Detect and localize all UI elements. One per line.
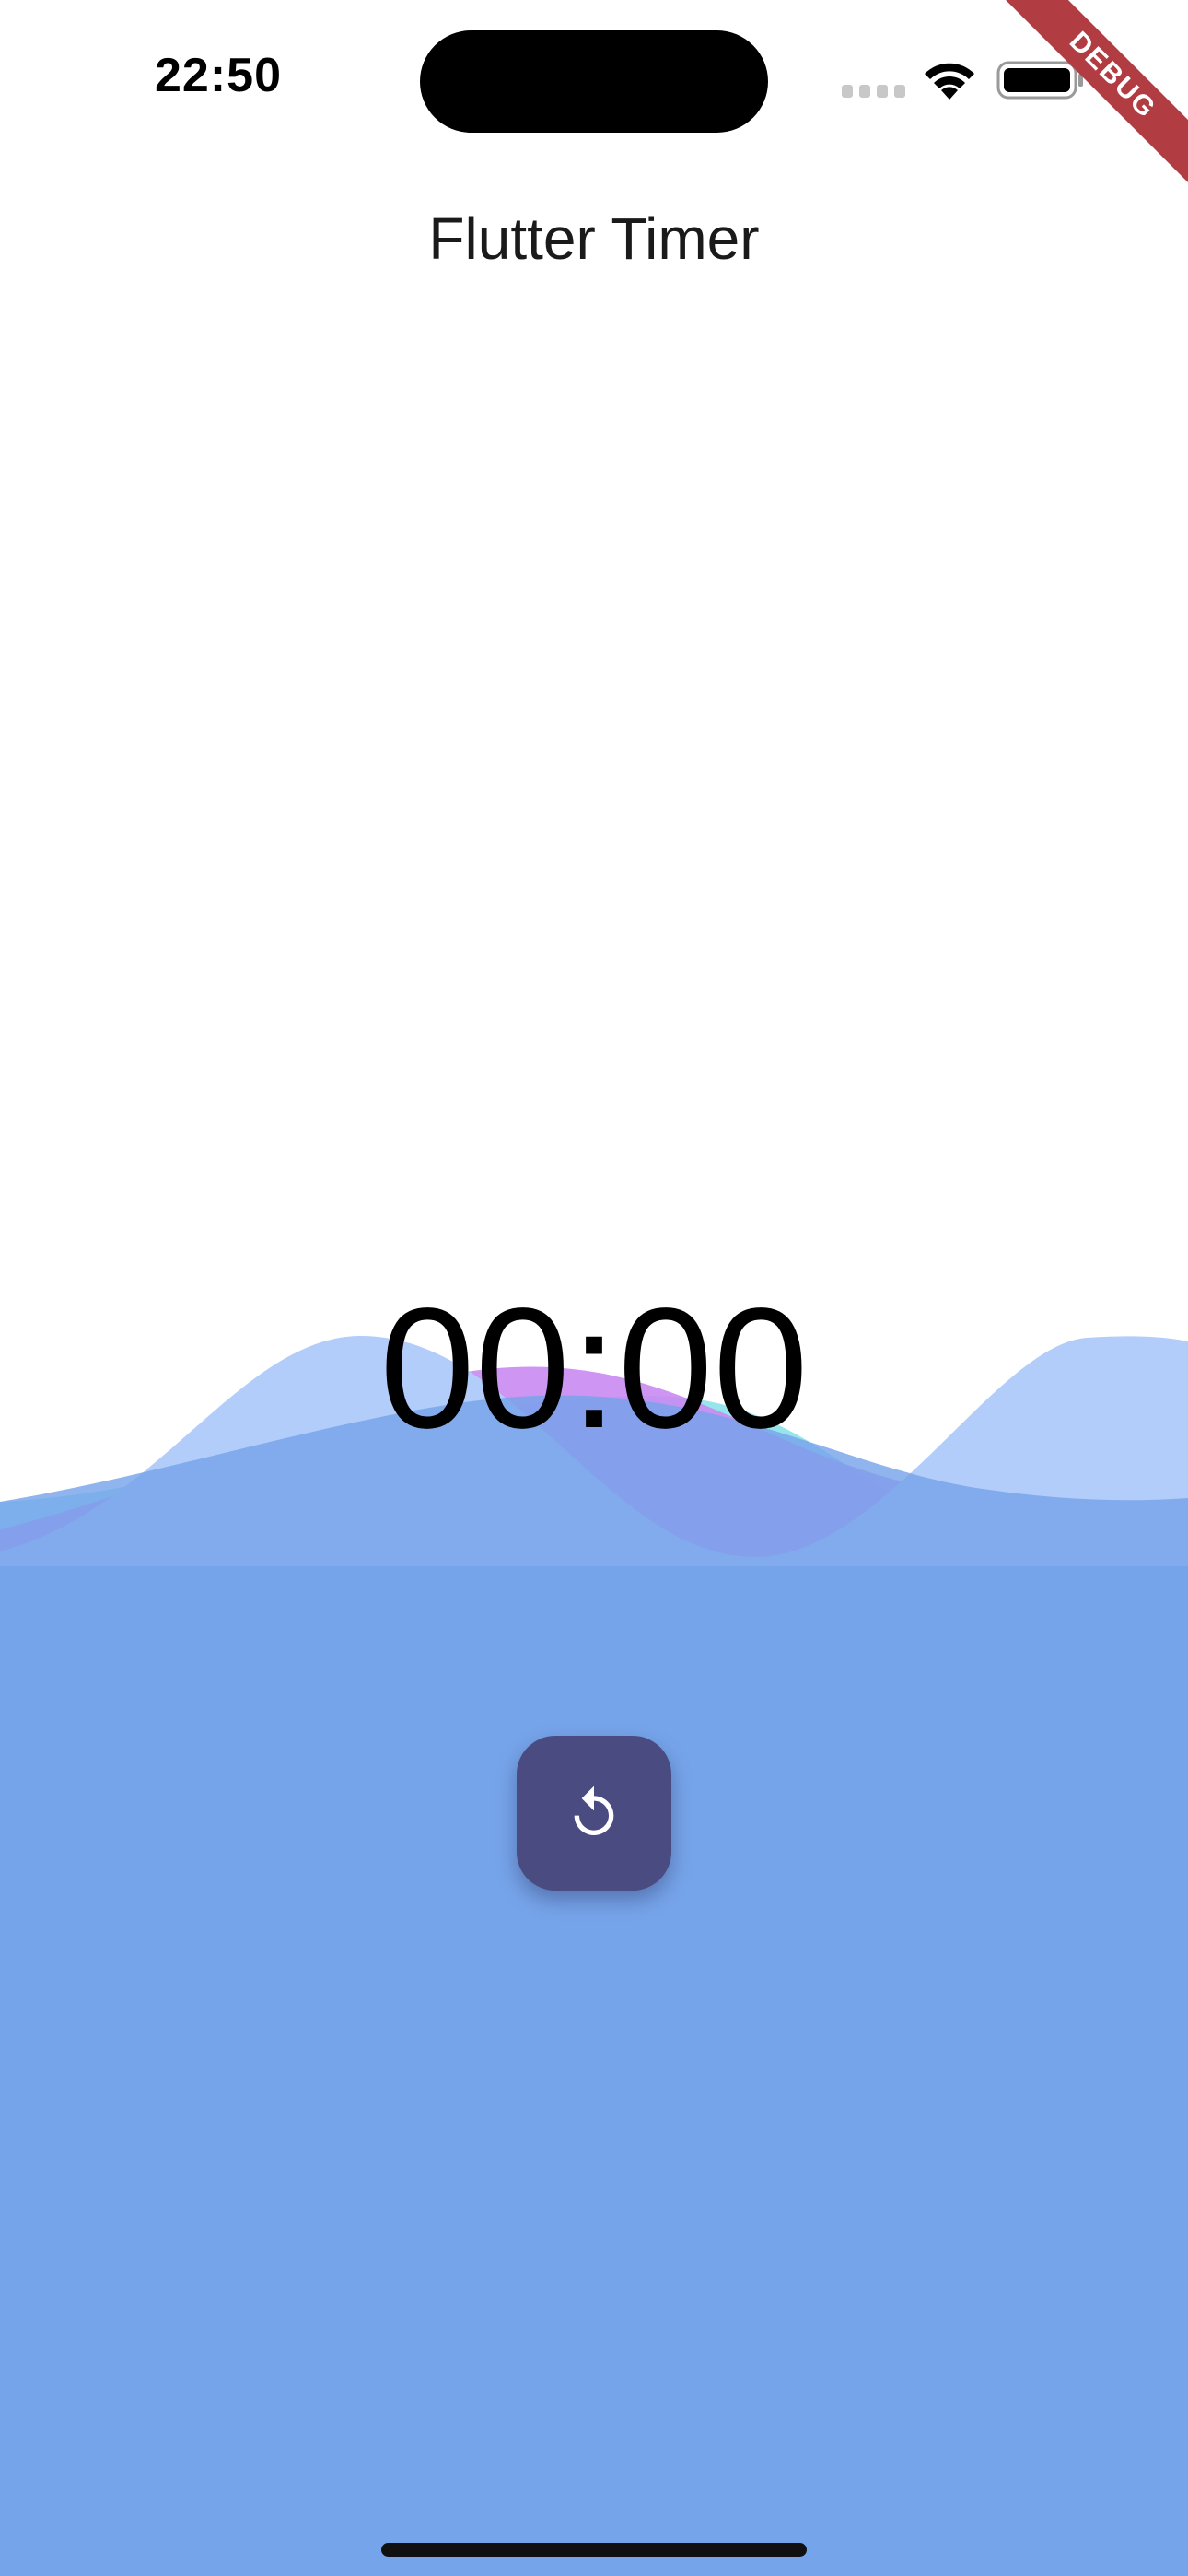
home-indicator[interactable] <box>381 2543 807 2557</box>
wifi-icon <box>925 63 974 100</box>
timer-screen: 22:50 DEBUG Flutter Timer 00:00 <box>0 0 1188 2576</box>
timer-display: 00:00 <box>379 1273 809 1464</box>
cellular-signal-icon <box>842 85 905 98</box>
battery-icon <box>996 61 1083 100</box>
app-bar-title: Flutter Timer <box>428 205 760 272</box>
replay-icon <box>574 1786 614 1835</box>
reset-button[interactable] <box>517 1736 671 1891</box>
status-time: 22:50 <box>155 49 282 102</box>
dynamic-island <box>420 30 768 133</box>
